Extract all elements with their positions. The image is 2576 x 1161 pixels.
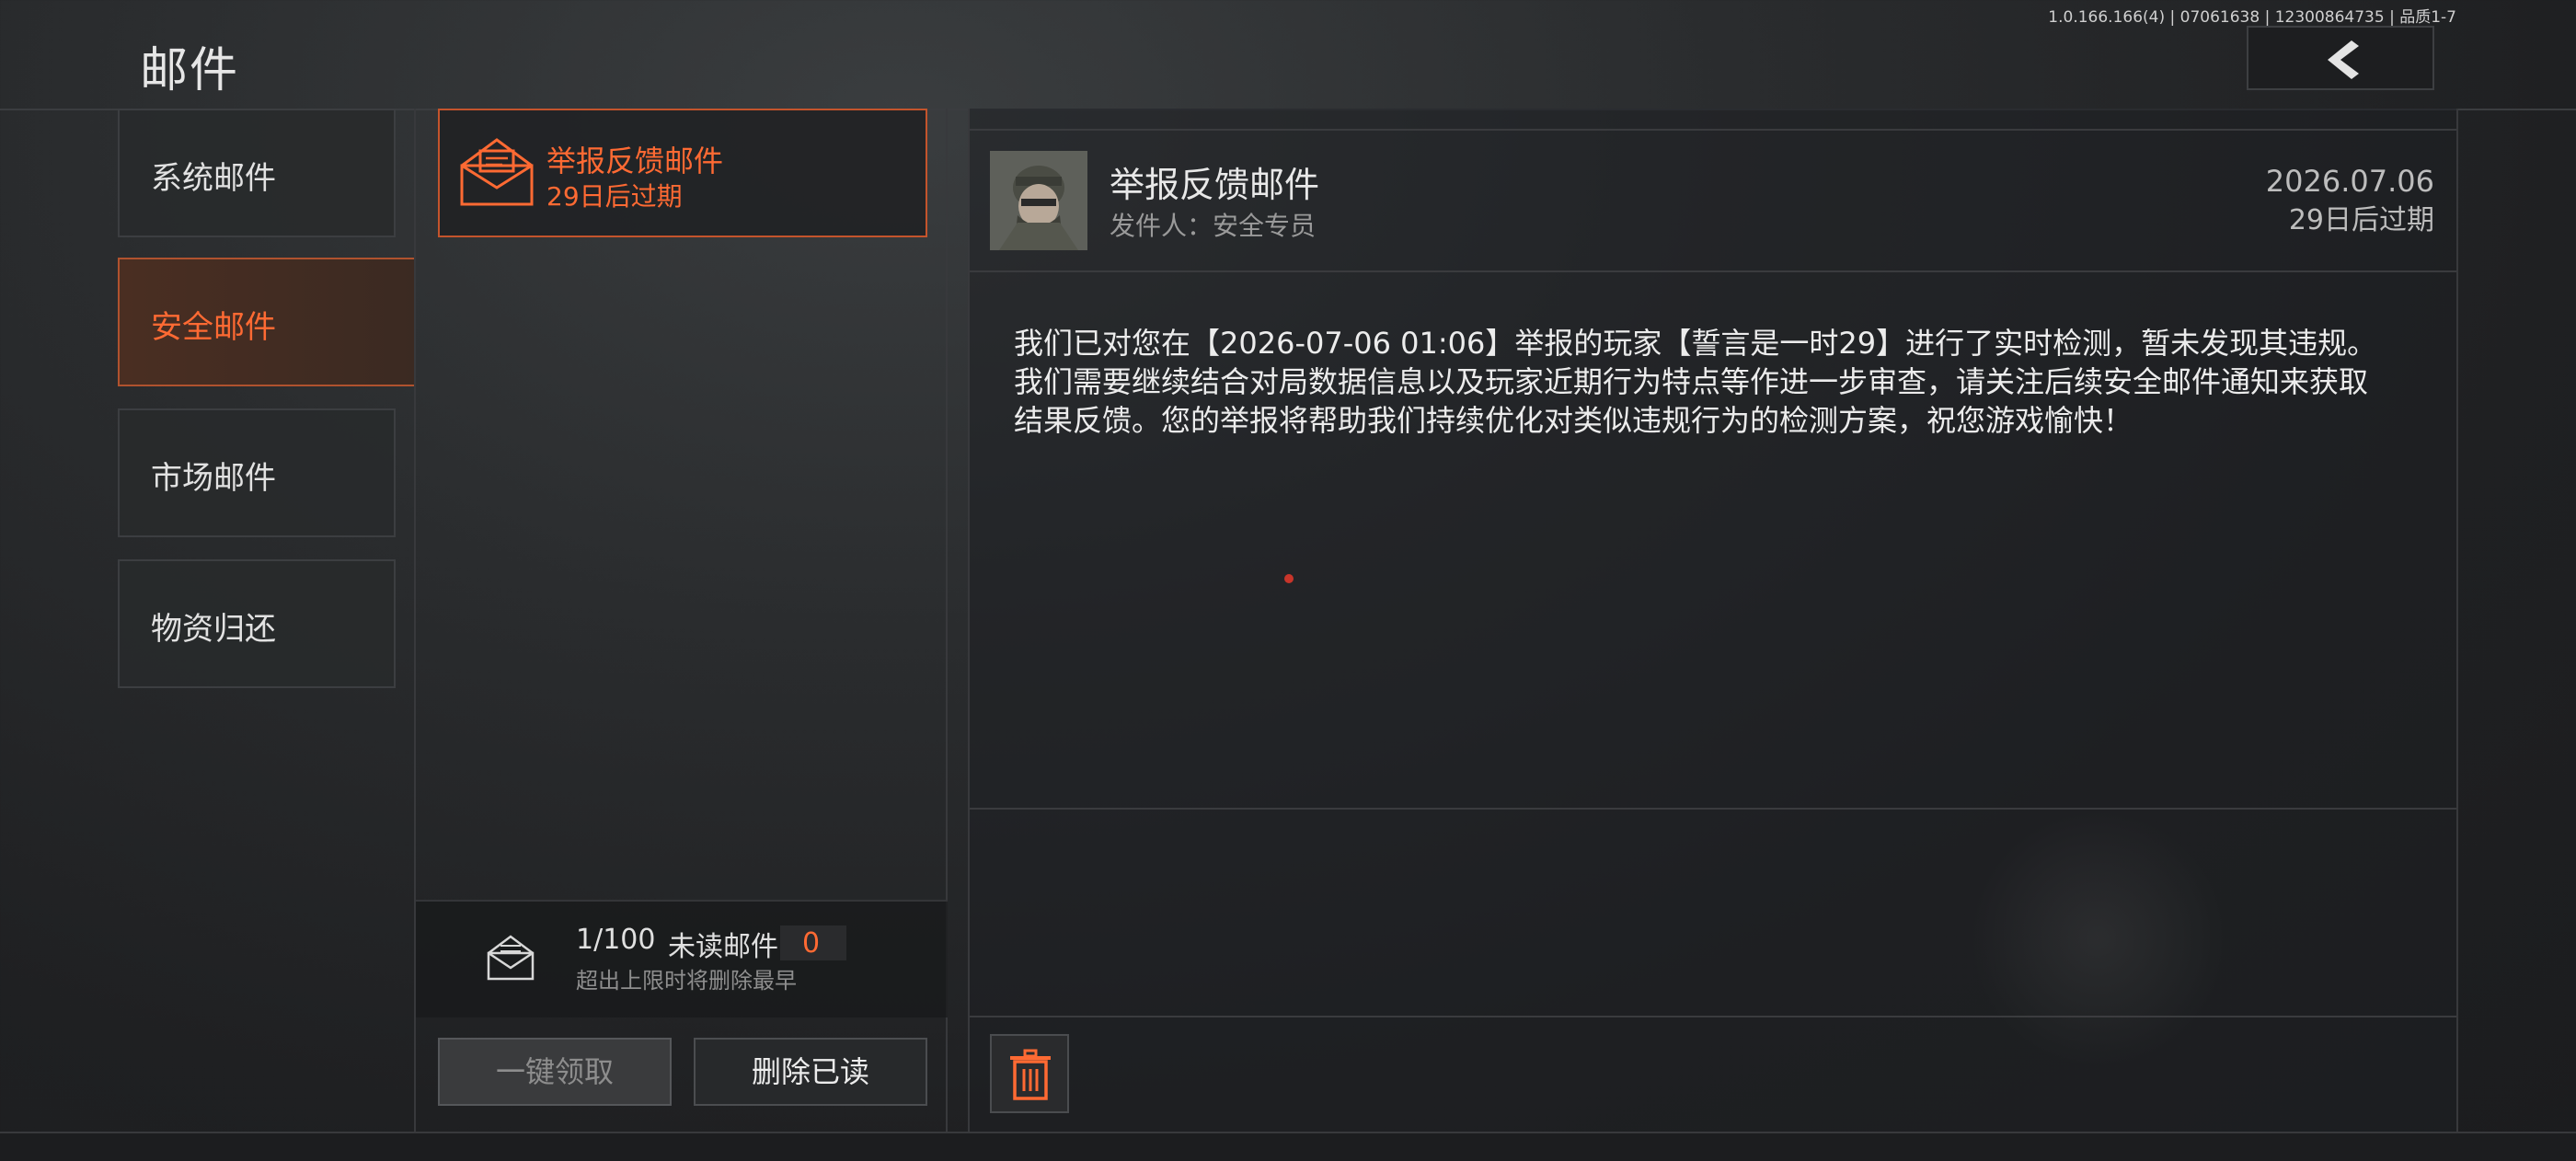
detail-divider — [970, 808, 2456, 810]
bottom-bar — [0, 1132, 2576, 1161]
delete-mail-button[interactable] — [990, 1034, 1069, 1113]
mail-detail-expiry: 29日后过期 — [2288, 204, 2434, 236]
mail-expiry: 29日后过期 — [546, 181, 683, 212]
mailbox-limit-note: 超出上限时将删除最早 — [576, 968, 797, 994]
claim-all-button[interactable]: 一键领取 — [438, 1038, 672, 1106]
mail-detail-title: 举报反馈邮件 — [1110, 165, 1320, 205]
back-button[interactable] — [2247, 26, 2434, 90]
detail-divider — [970, 1016, 2456, 1017]
mail-list-item[interactable]: 举报反馈邮件 29日后过期 — [438, 109, 927, 237]
category-security-mail[interactable]: 安全邮件 — [118, 258, 416, 386]
chevron-left-icon — [2328, 40, 2359, 79]
category-label: 市场邮件 — [151, 460, 276, 497]
unread-count: 0 — [802, 927, 821, 960]
envelope-icon — [487, 935, 535, 981]
cursor-dot — [1284, 574, 1294, 583]
mail-count: 1/100 — [576, 924, 656, 956]
category-label: 安全邮件 — [151, 309, 276, 346]
version-info: 1.0.166.166(4) | 07061638 | 12300864735 … — [2048, 8, 2456, 27]
unread-label: 未读邮件 — [668, 931, 778, 963]
category-label: 系统邮件 — [151, 160, 276, 197]
category-market-mail[interactable]: 市场邮件 — [118, 408, 396, 537]
background-glow — [1969, 810, 2226, 1067]
page-title: 邮件 — [140, 43, 240, 98]
mail-date: 2026.07.06 — [2265, 164, 2434, 199]
delete-read-button[interactable]: 删除已读 — [694, 1038, 927, 1106]
category-item-return[interactable]: 物资归还 — [118, 559, 396, 688]
sender-avatar — [990, 151, 1087, 250]
mail-body: 我们已对您在【2026-07-06 01:06】举报的玩家【誓言是一时29】进行… — [1014, 326, 2377, 438]
category-system-mail[interactable]: 系统邮件 — [118, 109, 396, 237]
mail-sender: 发件人：安全专员 — [1110, 211, 1317, 241]
category-label: 物资归还 — [151, 611, 276, 648]
unread-count-badge: 0 — [780, 925, 846, 960]
trash-icon — [1010, 1049, 1051, 1100]
envelope-open-icon — [460, 138, 534, 206]
mail-title: 举报反馈邮件 — [546, 144, 724, 178]
